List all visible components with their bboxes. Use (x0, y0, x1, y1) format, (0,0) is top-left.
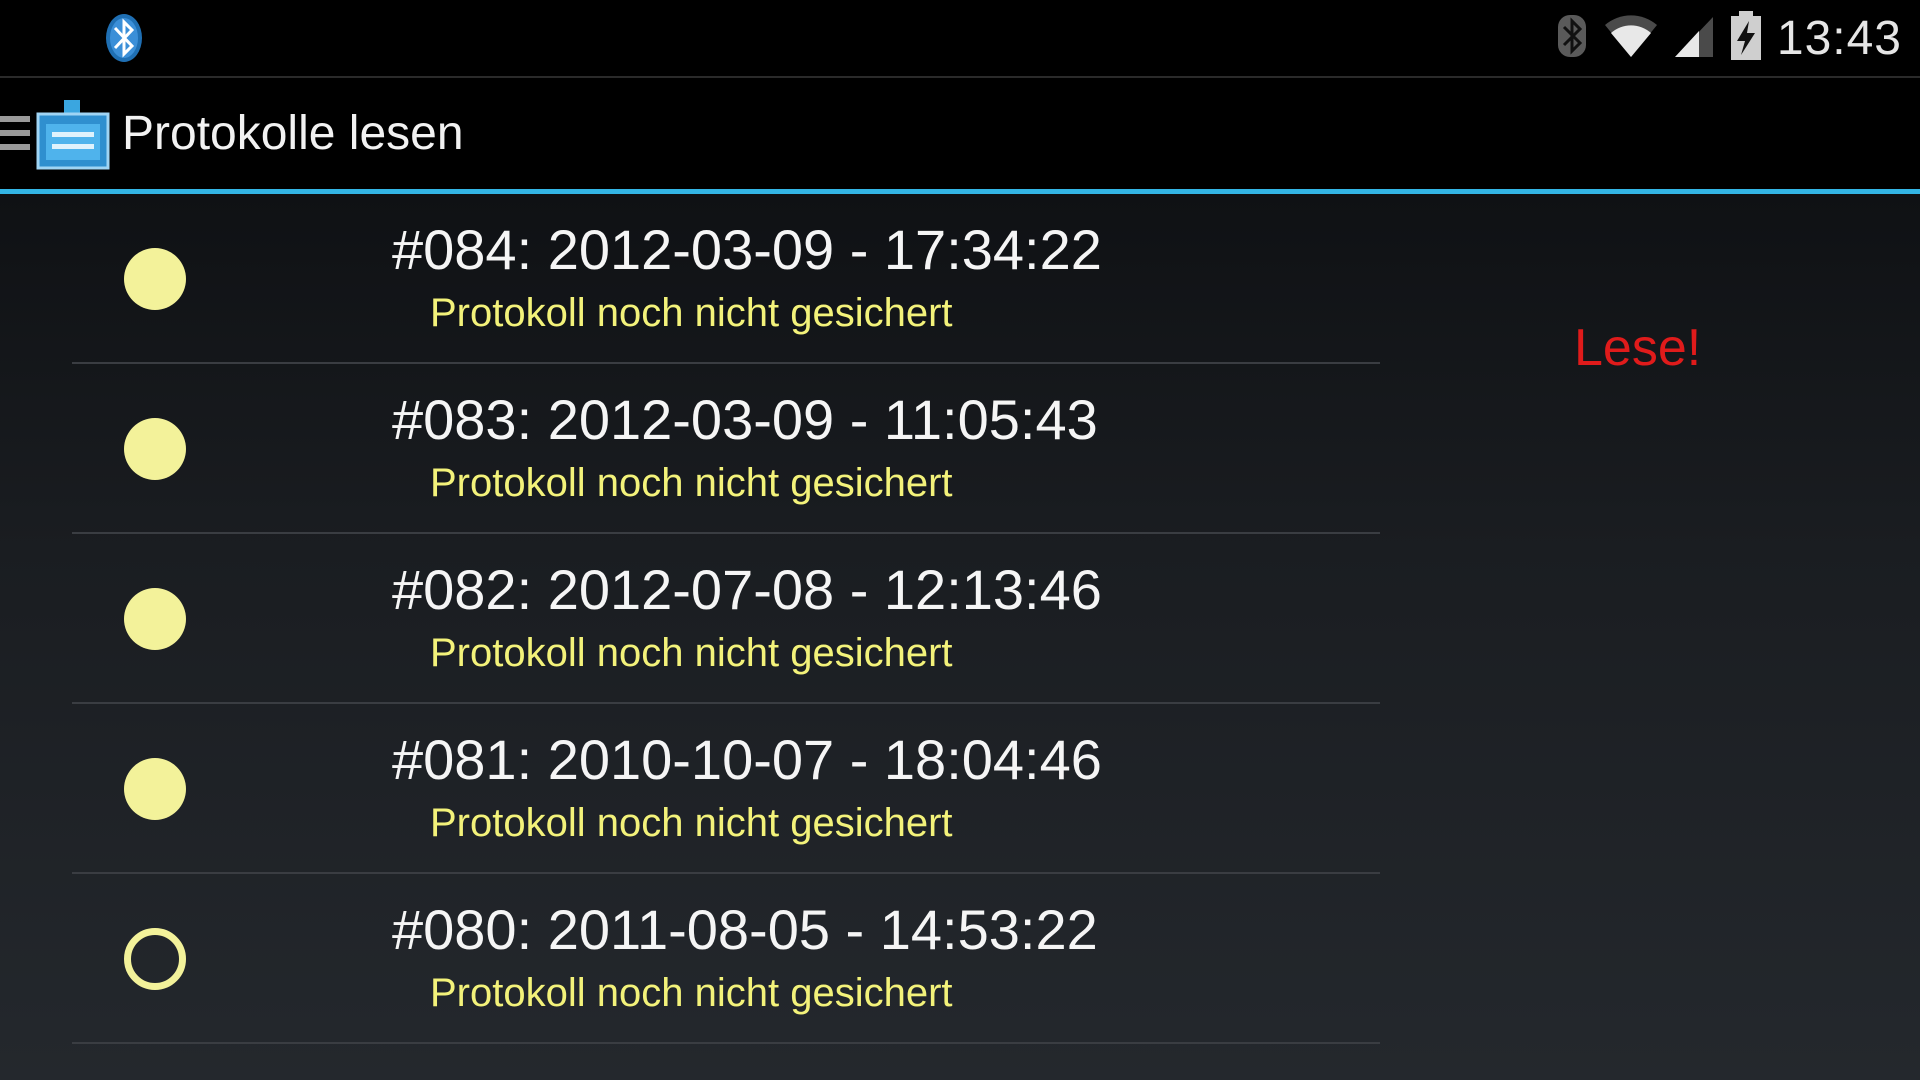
protocol-title: #083: 2012-03-09 - 11:05:43 (392, 388, 1098, 451)
status-bar: 13:43 (0, 0, 1920, 76)
wifi-icon (1603, 13, 1659, 64)
protocol-status-indicator[interactable] (124, 758, 186, 820)
protocol-reader-icon[interactable] (36, 100, 110, 170)
protocol-title: #080: 2011-08-05 - 14:53:22 (392, 898, 1098, 961)
page-title: Protokolle lesen (122, 107, 464, 160)
protocol-row[interactable]: #082: 2012-07-08 - 12:13:46 Protokoll no… (72, 534, 1380, 704)
protocol-subtitle: Protokoll noch nicht gesichert (430, 631, 953, 675)
menu-icon[interactable] (0, 116, 30, 156)
protocol-row[interactable]: #081: 2010-10-07 - 18:04:46 Protokoll no… (72, 704, 1380, 874)
bluetooth-icon (104, 12, 144, 64)
bluetooth-icon (1555, 13, 1589, 64)
action-bar: Protokolle lesen (0, 78, 1920, 188)
signal-icon (1673, 13, 1715, 64)
battery-charging-icon (1729, 10, 1763, 66)
protocol-status-indicator[interactable] (124, 248, 186, 310)
protocol-row[interactable]: #080: 2011-08-05 - 14:53:22 Protokoll no… (72, 874, 1380, 1044)
protocol-status-indicator[interactable] (124, 928, 186, 990)
protocol-title: #081: 2010-10-07 - 18:04:46 (392, 728, 1102, 791)
protocol-title: #084: 2012-03-09 - 17:34:22 (392, 218, 1102, 281)
protocol-list: #084: 2012-03-09 - 17:34:22 Protokoll no… (72, 194, 1380, 1044)
protocol-subtitle: Protokoll noch nicht gesichert (430, 291, 953, 335)
content-area: #084: 2012-03-09 - 17:34:22 Protokoll no… (0, 194, 1920, 1080)
protocol-subtitle: Protokoll noch nicht gesichert (430, 971, 953, 1015)
protocol-row[interactable]: #083: 2012-03-09 - 11:05:43 Protokoll no… (72, 364, 1380, 534)
reading-status-label: Lese! (1574, 319, 1702, 377)
protocol-row[interactable]: #084: 2012-03-09 - 17:34:22 Protokoll no… (72, 194, 1380, 364)
status-clock: 13:43 (1776, 11, 1902, 65)
protocol-subtitle: Protokoll noch nicht gesichert (430, 801, 953, 845)
protocol-subtitle: Protokoll noch nicht gesichert (430, 461, 953, 505)
protocol-status-indicator[interactable] (124, 418, 186, 480)
protocol-status-indicator[interactable] (124, 588, 186, 650)
protocol-title: #082: 2012-07-08 - 12:13:46 (392, 558, 1102, 621)
